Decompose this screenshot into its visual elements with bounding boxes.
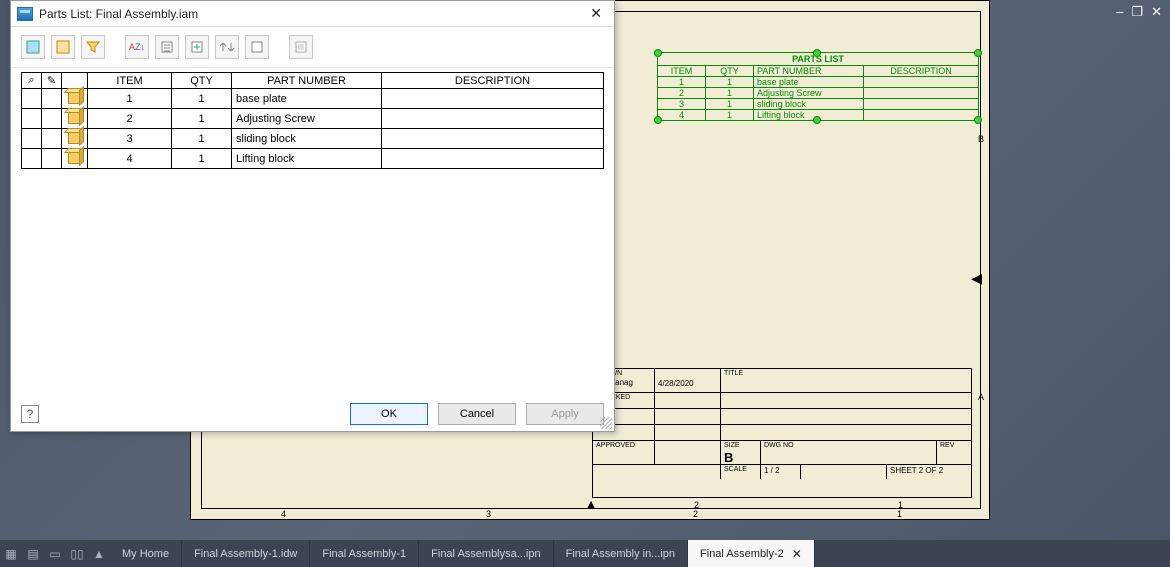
document-tab[interactable]: Final Assemblysa...ipn [419,540,553,567]
layout-icon[interactable]: ▦ [0,540,22,567]
ok-button[interactable]: OK [350,403,428,425]
parts-list-dialog: Parts List: Final Assembly.iam ✕ AZ↓ ⌕ ✎… [10,0,615,432]
table-row[interactable]: 41Lifting block [22,149,604,169]
sheet-tick: 1 [897,509,902,519]
restore-button[interactable]: ❐ [1131,4,1143,20]
sheet-parts-list-header: ITEM QTY PART NUMBER DESCRIPTION [658,66,978,77]
selection-handle[interactable] [654,49,662,57]
sheet-tick: B [978,134,984,144]
arrow-right-icon: ◀ [971,270,982,287]
dialog-toolbar: AZ↓ [11,27,614,68]
export-icon[interactable] [155,35,179,59]
document-tab[interactable]: Final Assembly-2✕ [688,540,815,567]
dialog-close-button[interactable]: ✕ [584,5,608,22]
close-tab-icon[interactable]: ✕ [792,547,802,561]
document-tab[interactable]: Final Assembly-1.idw [182,540,310,567]
layout-grid-icon[interactable]: ▤ [22,540,44,567]
arrow-up-icon: ▲ [584,496,598,512]
dialog-footer: ? OK Cancel Apply [11,397,614,431]
size-label: SIZE [724,442,757,450]
close-button[interactable]: ✕ [1151,4,1162,20]
parts-table[interactable]: ⌕ ✎ ITEM QTY PART NUMBER DESCRIPTION 11b… [21,72,604,169]
selection-handle[interactable] [813,49,821,57]
help-button[interactable]: ? [21,405,39,423]
document-tab[interactable]: Final Assembly-1 [310,540,419,567]
table-row[interactable]: 21Adjusting Screw [22,109,604,129]
sheet-tick: 2 [693,509,698,519]
document-tab-bar: ▦ ▤ ▭ ▯▯ ▲ My Home Final Assembly-1.idwF… [0,540,1170,567]
sheet-parts-list-row[interactable]: 11base plate [658,77,978,88]
selection-handle[interactable] [974,116,982,124]
sheet-parts-list-row[interactable]: 21Adjusting Screw [658,88,978,99]
expand-icon[interactable]: ▲ [88,540,110,567]
parts-table-header: ⌕ ✎ ITEM QTY PART NUMBER DESCRIPTION [22,73,604,89]
minimize-button[interactable]: – [1116,4,1123,20]
scale-value: 1 / 2 [761,465,801,479]
dialog-title: Parts List: Final Assembly.iam [39,7,198,21]
apply-button[interactable]: Apply [526,403,604,425]
drawn-date: 4/28/2020 [655,369,721,392]
rev-label: REV [937,441,971,464]
update-icon[interactable] [245,35,269,59]
group-settings-icon[interactable] [51,35,75,59]
layout-list-icon[interactable]: ▭ [44,540,66,567]
resize-grip[interactable] [600,417,612,429]
sheet-parts-list-row[interactable]: 31sliding block [658,99,978,110]
dialog-titlebar[interactable]: Parts List: Final Assembly.iam ✕ [11,1,614,27]
compare-icon[interactable] [215,35,239,59]
col-chooser-icon[interactable] [21,35,45,59]
title-block: DRAWN astriyanag 4/28/2020 TITLE CHECKED… [592,368,972,498]
selection-handle[interactable] [813,116,821,124]
document-tab[interactable]: Final Assembly in...ipn [554,540,688,567]
my-home-tab[interactable]: My Home [110,540,182,567]
renumber-icon[interactable] [185,35,209,59]
sort-icon[interactable]: AZ↓ [125,35,149,59]
settings-icon[interactable] [289,35,313,59]
table-row[interactable]: 31sliding block [22,129,604,149]
size-value: B [724,450,757,466]
layout-columns-icon[interactable]: ▯▯ [66,540,88,567]
cancel-button[interactable]: Cancel [438,403,516,425]
title-label: TITLE [724,370,968,378]
window-controls: – ❐ ✕ [1108,0,1170,24]
sheet-parts-list[interactable]: PARTS LIST ITEM QTY PART NUMBER DESCRIPT… [657,52,979,121]
selection-handle[interactable] [654,116,662,124]
part-icon [68,110,82,124]
dialog-body: ⌕ ✎ ITEM QTY PART NUMBER DESCRIPTION 11b… [11,68,614,397]
filter-icon[interactable] [81,35,105,59]
sheet-tick: A [978,392,984,402]
part-icon [68,150,82,164]
sheet-tick: 3 [486,509,491,519]
part-icon [68,90,82,104]
sheet-tick: 4 [281,509,286,519]
parts-list-icon [17,7,33,21]
approved-label: APPROVED [593,441,655,464]
selection-handle[interactable] [974,49,982,57]
scale-label: SCALE [721,465,761,479]
dwgno-label: DWG NO [761,441,937,464]
part-icon [68,130,82,144]
table-row[interactable]: 11base plate [22,89,604,109]
sheet-number: SHEET 2 OF 2 [887,465,971,479]
